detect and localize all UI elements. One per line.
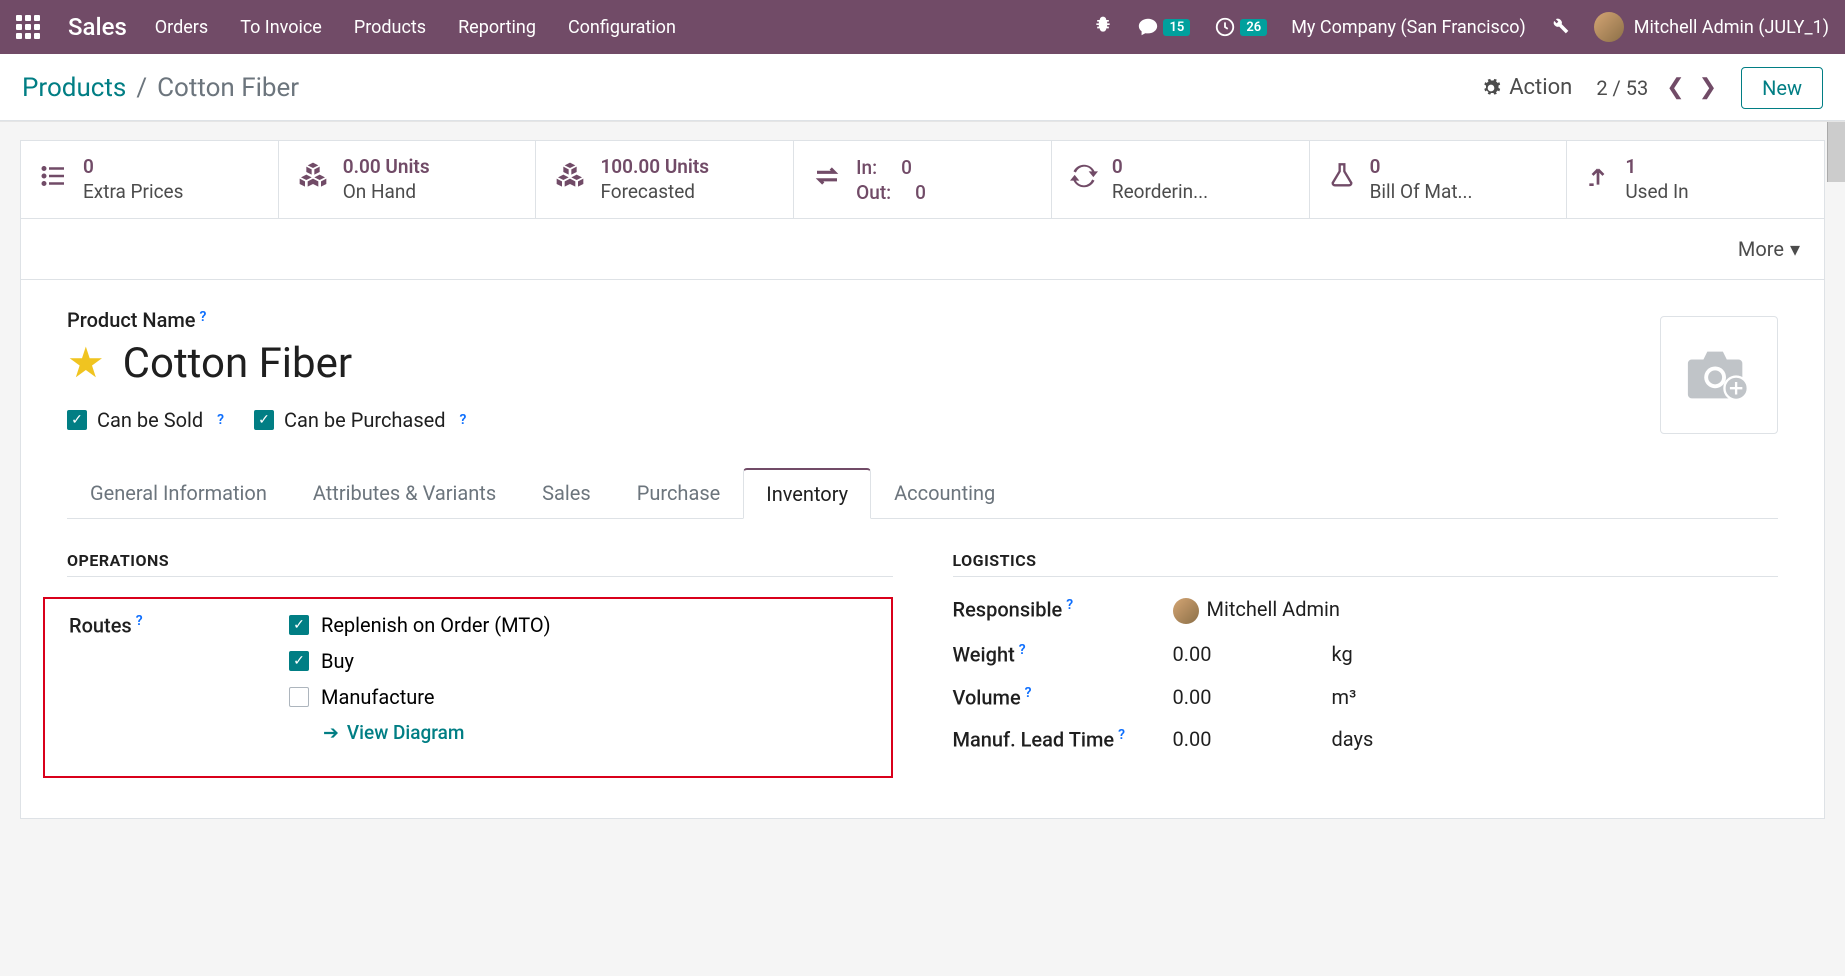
camera-icon [1679,340,1759,410]
routes-label: Routes [69,614,132,638]
tab-content: OPERATIONS Routes? ✓ Replenish on Order (… [21,519,1824,818]
routes-highlight: Routes? ✓ Replenish on Order (MTO) ✓ Buy M… [43,597,893,778]
company-selector[interactable]: My Company (San Francisco) [1291,17,1526,38]
control-bar: Products / Cotton Fiber Action 2 / 53 ❮ … [0,54,1845,122]
help-icon[interactable]: ? [1025,685,1032,701]
user-menu[interactable]: Mitchell Admin (JULY_1) [1594,12,1829,42]
tab-general[interactable]: General Information [67,468,290,519]
transfer-icon [812,161,842,199]
messages-icon[interactable]: 15 [1137,16,1190,38]
caret-down-icon: ▾ [1790,237,1800,261]
weight-label: Weight [953,643,1015,667]
nav-orders[interactable]: Orders [155,17,208,38]
tab-attributes[interactable]: Attributes & Variants [290,468,519,519]
route-manufacture-checkbox[interactable] [289,687,309,707]
action-menu[interactable]: Action [1481,75,1572,100]
flask-icon [1328,162,1356,198]
product-name-label: Product Name [67,308,196,332]
stat-extra-prices[interactable]: 0Extra Prices [21,141,279,218]
stat-in-out[interactable]: In:0 Out:0 [794,141,1052,218]
breadcrumb-products[interactable]: Products [22,73,126,103]
pager-next[interactable]: ❯ [1699,75,1717,100]
pager: 2 / 53 ❮ ❯ [1596,75,1717,100]
nav-reporting[interactable]: Reporting [458,17,536,38]
lead-time-input[interactable]: 0.00 [1173,727,1212,751]
user-name: Mitchell Admin (JULY_1) [1634,17,1829,38]
can-be-sold-label: Can be Sold [97,408,203,432]
weight-unit: kg [1332,642,1353,666]
activities-badge: 26 [1240,19,1267,36]
help-icon[interactable]: ? [1118,727,1125,743]
tab-sales[interactable]: Sales [519,468,614,519]
activities-icon[interactable]: 26 [1214,16,1267,38]
responsible-field[interactable]: Mitchell Admin [1173,597,1779,624]
route-mto-checkbox[interactable]: ✓ [289,615,309,635]
help-icon[interactable]: ? [460,412,467,428]
arrow-right-icon: ➔ [323,721,339,744]
product-name-input[interactable]: Cotton Fiber [123,339,352,388]
product-header: Product Name? ★ Cotton Fiber ✓ Can be So… [21,280,1824,446]
avatar-icon [1173,598,1199,624]
messages-badge: 15 [1163,19,1190,36]
pager-prev[interactable]: ❮ [1666,75,1684,100]
more-button[interactable]: More ▾ [1738,237,1800,261]
lead-time-label: Manuf. Lead Time [953,728,1115,752]
stat-used-in[interactable]: 1Used In [1567,141,1824,218]
stat-forecasted[interactable]: 100.00 UnitsForecasted [536,141,794,218]
pager-text[interactable]: 2 / 53 [1596,76,1648,100]
nav-products[interactable]: Products [354,17,426,38]
stat-bom[interactable]: 0Bill Of Mat... [1310,141,1568,218]
gear-icon [1481,78,1501,98]
tools-icon[interactable] [1550,15,1570,40]
volume-unit: m³ [1332,685,1357,709]
breadcrumb: Products / Cotton Fiber [22,73,299,103]
form-sheet: 0Extra Prices 0.00 UnitsOn Hand 100.00 U… [20,140,1825,819]
avatar-icon [1594,12,1624,42]
cubes-icon [297,160,329,200]
route-buy-checkbox[interactable]: ✓ [289,651,309,671]
help-icon[interactable]: ? [136,613,143,629]
route-manufacture-label: Manufacture [321,685,434,709]
stat-on-hand[interactable]: 0.00 UnitsOn Hand [279,141,537,218]
stat-reordering[interactable]: 0Reorderin... [1052,141,1310,218]
can-be-purchased-label: Can be Purchased [284,408,446,432]
list-icon [39,161,69,199]
favorite-star[interactable]: ★ [67,338,105,388]
tabs: General Information Attributes & Variant… [21,468,1824,519]
stat-buttons: 0Extra Prices 0.00 UnitsOn Hand 100.00 U… [21,141,1824,219]
help-icon[interactable]: ? [1019,642,1026,658]
breadcrumb-sep: / [136,73,147,103]
can-be-sold-checkbox[interactable]: ✓ [67,410,87,430]
can-be-purchased-checkbox[interactable]: ✓ [254,410,274,430]
weight-input[interactable]: 0.00 [1173,642,1212,666]
bug-icon[interactable] [1093,15,1113,40]
route-buy-label: Buy [321,649,354,673]
help-icon[interactable]: ? [217,412,224,428]
view-diagram-link[interactable]: ➔View Diagram [323,721,551,744]
scrollbar[interactable] [1827,122,1845,182]
lead-time-unit: days [1332,727,1374,751]
responsible-label: Responsible [953,598,1063,622]
volume-label: Volume [953,685,1021,709]
cubes-icon [554,160,586,200]
product-image[interactable] [1660,316,1778,434]
route-mto-label: Replenish on Order (MTO) [321,613,551,637]
tab-purchase[interactable]: Purchase [614,468,744,519]
new-button[interactable]: New [1741,67,1823,109]
apps-icon[interactable] [16,15,40,39]
tab-inventory[interactable]: Inventory [743,468,871,519]
help-icon[interactable]: ? [1066,597,1073,613]
help-icon[interactable]: ? [200,309,207,325]
nav-configuration[interactable]: Configuration [568,17,676,38]
refresh-icon [1070,162,1098,198]
nav-to-invoice[interactable]: To Invoice [240,17,322,38]
topbar: Sales Orders To Invoice Products Reporti… [0,0,1845,54]
breadcrumb-current: Cotton Fiber [157,73,299,103]
logistics-title: LOGISTICS [953,551,1779,577]
app-title[interactable]: Sales [68,13,127,41]
arrow-up-icon [1585,162,1611,197]
tab-accounting[interactable]: Accounting [871,468,1018,519]
volume-input[interactable]: 0.00 [1173,685,1212,709]
operations-title: OPERATIONS [67,551,893,577]
